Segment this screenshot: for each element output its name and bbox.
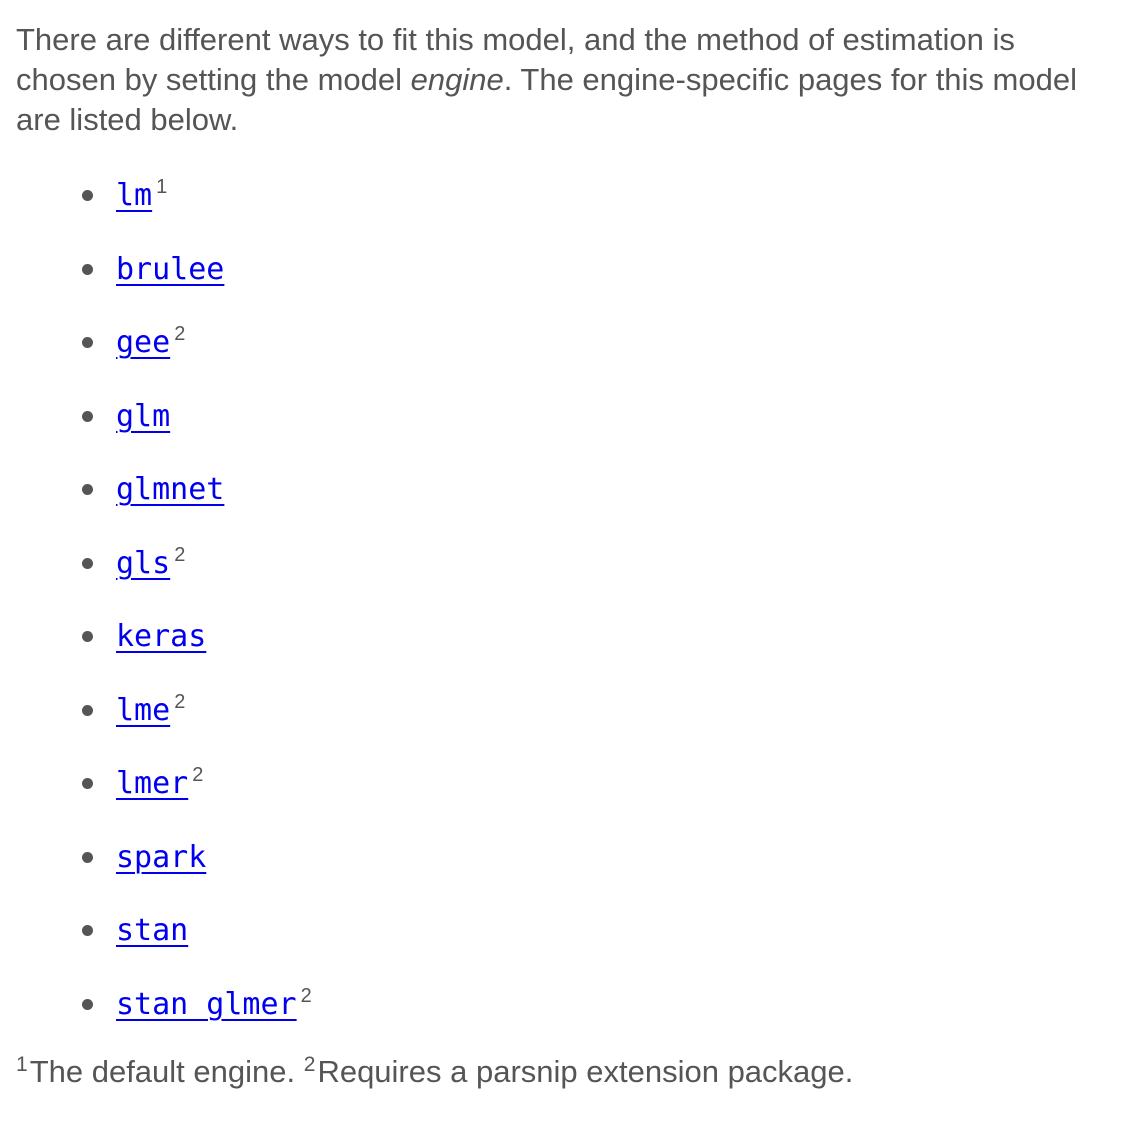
list-item: gee 2 xyxy=(0,323,1122,397)
footnote-marker: 1 xyxy=(156,176,168,198)
bullet-icon xyxy=(82,704,93,716)
bullet-icon xyxy=(82,851,93,863)
footnote-marker: 2 xyxy=(174,543,186,566)
bullet-icon xyxy=(82,190,93,201)
list-item: brulee xyxy=(0,250,1122,324)
engine-link-label: spark xyxy=(116,839,207,875)
intro-emphasis-engine: engine xyxy=(410,62,504,97)
footnote-marker: 2 xyxy=(174,690,186,713)
footnote-text-2: Requires a parsnip extension package. xyxy=(317,1054,854,1089)
list-item: gls 2 xyxy=(0,544,1122,618)
footnote-marker: 2 xyxy=(192,764,204,786)
bullet-icon xyxy=(82,778,93,789)
engine-link-label: glm xyxy=(116,398,171,434)
list-item: glm xyxy=(0,397,1122,471)
engine-link-keras[interactable]: keras xyxy=(116,617,206,657)
list-item: keras xyxy=(0,617,1122,691)
footnote-marker: 2 xyxy=(174,323,186,345)
footnote-mark-1: 1 xyxy=(16,1053,28,1076)
footnotes: 1The default engine. 2Requires a parsnip… xyxy=(16,1052,853,1092)
engine-link-lmer[interactable]: lmer 2 xyxy=(116,764,203,804)
footnote-marker: 2 xyxy=(300,984,312,1007)
page: There are different ways to fit this mod… xyxy=(0,0,1122,1122)
engine-link-label: lme xyxy=(116,692,171,728)
engine-link-label: gls xyxy=(116,545,171,581)
list-item: lm 1 xyxy=(0,176,1122,250)
list-item: lmer 2 xyxy=(0,764,1122,838)
bullet-icon xyxy=(82,998,93,1010)
list-item: stan xyxy=(0,911,1122,985)
bullet-icon xyxy=(82,337,93,348)
engine-link-label: gee xyxy=(116,325,171,360)
bullet-icon xyxy=(82,484,93,495)
engine-list: lm 1 brulee gee 2 glm glmnet gls 2 keras lme 2 lmer 2… xyxy=(0,176,1122,1058)
engine-link-label: keras xyxy=(116,619,207,654)
list-item: spark xyxy=(0,838,1122,912)
list-item: glmnet xyxy=(0,470,1122,544)
engine-link-spark[interactable]: spark xyxy=(116,838,206,878)
bullet-icon xyxy=(82,557,93,569)
list-item: stan_glmer 2 xyxy=(0,985,1122,1059)
bullet-icon xyxy=(82,925,93,936)
engine-link-glmnet[interactable]: glmnet xyxy=(116,470,224,510)
footnote-mark-2: 2 xyxy=(303,1053,316,1076)
engine-link-label: lmer xyxy=(116,766,189,801)
engine-link-lm[interactable]: lm 1 xyxy=(116,176,167,216)
engine-link-label: glmnet xyxy=(116,472,225,507)
bullet-icon xyxy=(82,631,93,642)
engine-link-brulee[interactable]: brulee xyxy=(116,250,224,290)
bullet-icon xyxy=(82,263,93,275)
engine-link-lme[interactable]: lme 2 xyxy=(116,691,185,731)
engine-link-label: stan_glmer xyxy=(116,986,297,1022)
intro-paragraph: There are different ways to fit this mod… xyxy=(16,20,1116,140)
engine-link-gee[interactable]: gee 2 xyxy=(116,323,185,363)
bullet-icon xyxy=(82,410,93,422)
engine-link-gls[interactable]: gls 2 xyxy=(116,544,185,584)
engine-link-glm[interactable]: glm xyxy=(116,397,170,437)
engine-link-label: brulee xyxy=(116,251,225,287)
engine-link-stan-glmer[interactable]: stan_glmer 2 xyxy=(116,985,312,1025)
engine-link-label: stan xyxy=(116,913,189,948)
footnote-text-1: The default engine. xyxy=(29,1054,296,1089)
engine-link-label: lm xyxy=(116,178,153,213)
engine-link-stan[interactable]: stan xyxy=(116,911,188,951)
list-item: lme 2 xyxy=(0,691,1122,765)
